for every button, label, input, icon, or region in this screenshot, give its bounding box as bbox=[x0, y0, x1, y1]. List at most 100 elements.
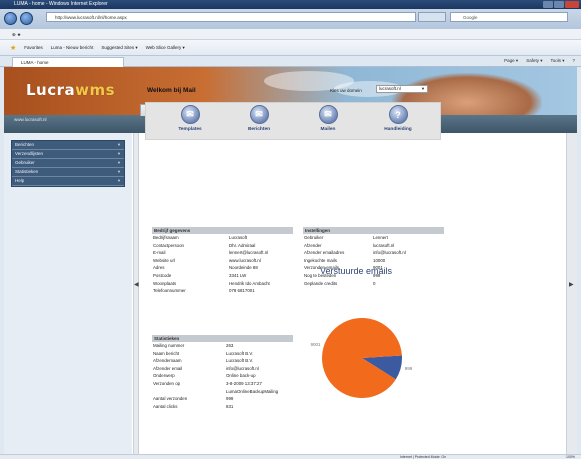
company-values: Lucrasoft Dhr. Admiraal lennert@lucrasoft.… bbox=[229, 234, 299, 295]
stats-key bbox=[153, 388, 225, 396]
help-icon: ? bbox=[388, 105, 408, 124]
favorites-bar: ★ Favorites Luma - Nieuw bericht Suggest… bbox=[0, 40, 581, 56]
page-title: Welkom bij Mail bbox=[147, 87, 196, 94]
pie-chart: 999 9001 bbox=[310, 318, 413, 399]
collapse-right-icon: ▶ bbox=[569, 282, 574, 288]
back-button[interactable] bbox=[4, 12, 17, 25]
window-titlebar: LUMA - home - Windows Internet Explorer bbox=[0, 0, 581, 9]
menu-bar: ⊕ ★ bbox=[0, 29, 581, 40]
stats-value: LumaOnlineBackupMailing bbox=[226, 388, 279, 394]
favorites-button[interactable]: Favorites bbox=[24, 45, 43, 50]
address-bar[interactable]: http://www.lucrasoft.nl/nl/home.aspx bbox=[46, 12, 416, 22]
stats-key: Afzendernaam bbox=[153, 358, 182, 364]
sidebar-item-gebruiker[interactable]: Gebruiker ▼ bbox=[12, 159, 124, 168]
stats-key: Verzonden op bbox=[153, 380, 181, 386]
company-key: Bedrijfsnaam bbox=[153, 235, 179, 240]
status-bar: Internet | Protected Mode: On 100% bbox=[0, 454, 581, 459]
sidebar-item-help[interactable]: Help ▼ bbox=[12, 177, 124, 186]
company-keys: Bedrijfsnaam Contactpersoon E-mail Website … bbox=[153, 234, 228, 295]
pie-label-999: 999 bbox=[405, 366, 413, 371]
company-key: Website url bbox=[153, 257, 175, 263]
tools-menu[interactable]: Tools ▾ bbox=[550, 58, 564, 64]
stats-key: Aantal verzonden bbox=[153, 396, 188, 402]
company-value: Dhr. Admiraal bbox=[229, 242, 256, 248]
templates-button[interactable]: ✉ Templates bbox=[160, 105, 220, 132]
company-key: Telefoonnummer bbox=[153, 288, 186, 294]
company-key: Contactpersoon bbox=[153, 242, 184, 248]
browser-tab[interactable]: LUMA - home bbox=[12, 57, 124, 67]
settings-key: Afzender bbox=[304, 242, 322, 248]
company-value: 078 6817001 bbox=[229, 288, 255, 294]
chart-title: Verstuurde emails bbox=[320, 266, 393, 276]
stats-value: Lucrasoft B.V. bbox=[226, 350, 254, 356]
settings-value: Lennert bbox=[373, 235, 388, 240]
chevron-down-icon: ▼ bbox=[117, 178, 121, 183]
help-menu[interactable]: ? bbox=[572, 58, 575, 64]
company-value: Noordeinde 88 bbox=[229, 265, 258, 271]
company-value: Hendrik Ido Ambacht bbox=[229, 280, 270, 286]
domain-select[interactable]: lucrasoft.nl ▼ bbox=[376, 85, 428, 93]
handleiding-button[interactable]: ? Handleiding bbox=[368, 105, 428, 132]
zoom-level[interactable]: 100% bbox=[566, 455, 575, 459]
menu-icons[interactable]: ⊕ ★ bbox=[12, 32, 21, 37]
safety-menu[interactable]: Safety ▾ bbox=[526, 58, 542, 64]
sidebar-item-verzendlijsten[interactable]: Verzendlijsten ▼ bbox=[12, 150, 124, 159]
settings-value: info@lucrasoft.nl bbox=[373, 250, 406, 256]
stats-key: Onderwerp bbox=[153, 373, 175, 379]
company-value: lennert@lucrasoft.nl bbox=[229, 250, 269, 256]
settings-key: Gebruiker bbox=[304, 235, 324, 240]
company-value: 3341 LW bbox=[229, 272, 247, 278]
pie-label-9001: 9001 bbox=[310, 342, 321, 347]
collapse-left-icon: ◀ bbox=[134, 282, 139, 288]
stats-value: 999 bbox=[226, 396, 234, 402]
stats-value: Lucrasoft B.V. bbox=[226, 358, 254, 364]
logo: Lucrawms bbox=[26, 81, 116, 99]
stats-key: Afzender email bbox=[153, 365, 183, 371]
handleiding-label: Handleiding bbox=[384, 127, 412, 132]
berichten-label: Berichten bbox=[247, 127, 271, 132]
stats-header: Statistieken bbox=[152, 335, 293, 342]
close-button[interactable] bbox=[565, 1, 579, 8]
site-url: www.lucrasoft.nl bbox=[14, 117, 47, 122]
panel-splitter[interactable]: ◀ bbox=[133, 133, 139, 454]
minimize-button[interactable] bbox=[543, 1, 553, 8]
company-value: Lucrasoft bbox=[229, 235, 248, 240]
favorites-star-icon[interactable]: ★ bbox=[10, 44, 16, 52]
berichten-button[interactable]: ✉ Berichten bbox=[229, 105, 289, 132]
chevron-down-icon: ▼ bbox=[117, 169, 121, 174]
stats-value: info@lucrasoft.nl bbox=[226, 365, 259, 371]
mailen-button[interactable]: ✉ Mailen bbox=[298, 105, 358, 132]
stats-key: Mailing nummer bbox=[153, 343, 185, 348]
fav-link[interactable]: Luma - Nieuw bericht bbox=[51, 45, 94, 50]
settings-key: Afzender emailadres bbox=[304, 250, 345, 256]
stats-key: Aantal clicks bbox=[153, 403, 178, 409]
search-input[interactable]: Google bbox=[450, 12, 568, 22]
chevron-down-icon: ▼ bbox=[117, 151, 121, 156]
company-key: Postcode bbox=[153, 272, 172, 278]
page-menu[interactable]: Page ▾ bbox=[504, 58, 518, 64]
chevron-down-icon: ▼ bbox=[117, 142, 121, 147]
fav-link[interactable]: Web Slice Gallery ▾ bbox=[146, 45, 185, 51]
command-bar: Page ▾ Safety ▾ Tools ▾ ? bbox=[504, 58, 575, 64]
sidebar-item-berichten[interactable]: Berichten ▼ bbox=[12, 141, 124, 150]
sidebar-item-statistieken[interactable]: Statistieken ▼ bbox=[12, 168, 124, 177]
fav-link[interactable]: Suggested Sites ▾ bbox=[101, 45, 137, 51]
mail-icon: ✉ bbox=[249, 105, 269, 124]
settings-value: lucrasoft.nl bbox=[373, 242, 395, 248]
company-key: Woonplaats bbox=[153, 280, 177, 286]
stats-keys: Mailing nummer Naam bericht Afzendernaam Af… bbox=[153, 342, 225, 410]
stats-value: 831 bbox=[226, 403, 234, 409]
chevron-down-icon: ▼ bbox=[117, 160, 121, 165]
refresh-stop-buttons[interactable] bbox=[418, 12, 446, 22]
stats-values: 263 Lucrasoft B.V. Lucrasoft B.V. info@lucr… bbox=[226, 342, 304, 410]
company-key: Adres bbox=[153, 265, 165, 271]
sidebar-menu: Berichten ▼ Verzendlijsten ▼ Gebruiker ▼ St… bbox=[11, 140, 125, 187]
stats-key: Naam bericht bbox=[153, 350, 180, 356]
stats-value: 263 bbox=[226, 343, 234, 348]
forward-button[interactable] bbox=[20, 12, 33, 25]
mail-icon: ✉ bbox=[180, 105, 200, 124]
company-value: www.lucrasoft.nl bbox=[229, 257, 261, 263]
right-splitter[interactable]: ▶ bbox=[566, 133, 577, 454]
security-zone: Internet | Protected Mode: On bbox=[400, 455, 447, 459]
maximize-button[interactable] bbox=[554, 1, 564, 8]
